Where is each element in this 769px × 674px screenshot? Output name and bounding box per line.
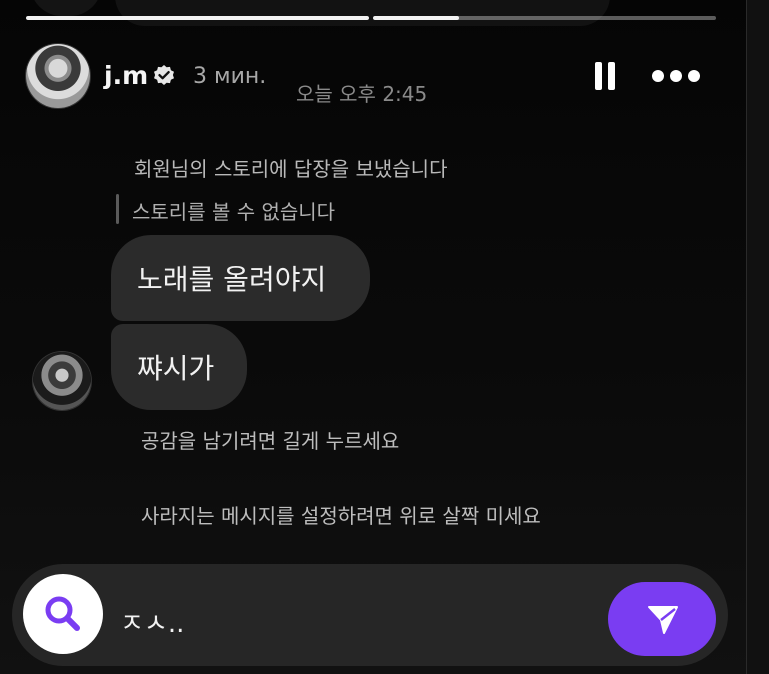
story-progress-bar-1 [26, 16, 369, 20]
background-shape [115, 0, 610, 26]
message-bubble[interactable]: 쨔시가 [111, 324, 247, 410]
story-progress-bar-2 [373, 16, 716, 20]
message-text: 노래를 올려야지 [137, 263, 327, 296]
story-reply-note: 회원님의 스토리에 답장을 보냈습니다 [134, 157, 448, 181]
story-reply-screen: j.m 3 мин. 오늘 오후 2:45 회원님의 스토리에 답장을 보냈습니… [0, 0, 769, 674]
profile-avatar[interactable] [26, 44, 90, 108]
window-edge [746, 0, 769, 674]
quoted-story-text: 스토리를 볼 수 없습니다 [132, 200, 336, 224]
username[interactable]: j.m [104, 61, 148, 90]
search-button[interactable] [23, 574, 103, 654]
send-icon [648, 606, 678, 634]
more-horizontal-icon[interactable] [652, 66, 700, 86]
story-progress-fill-2 [373, 16, 459, 20]
message-input[interactable] [120, 604, 590, 638]
story-progress-fill-1 [26, 16, 369, 20]
like-hint: 공감을 남기려면 길게 누르세요 [141, 429, 400, 453]
verified-badge-icon [154, 65, 174, 85]
sender-avatar[interactable] [33, 352, 91, 410]
message-timestamp: 오늘 오후 2:45 [296, 82, 428, 106]
send-button[interactable] [608, 582, 716, 656]
search-icon [45, 596, 80, 631]
message-bubble[interactable]: 노래를 올려야지 [111, 235, 370, 321]
message-text: 쨔시가 [137, 352, 215, 385]
vanish-mode-hint: 사라지는 메시지를 설정하려면 위로 살짝 미세요 [141, 504, 541, 528]
time-ago: 3 мин. [193, 64, 267, 89]
background-shape [30, 0, 102, 16]
quote-bar [116, 194, 119, 224]
pause-icon[interactable] [595, 62, 617, 90]
